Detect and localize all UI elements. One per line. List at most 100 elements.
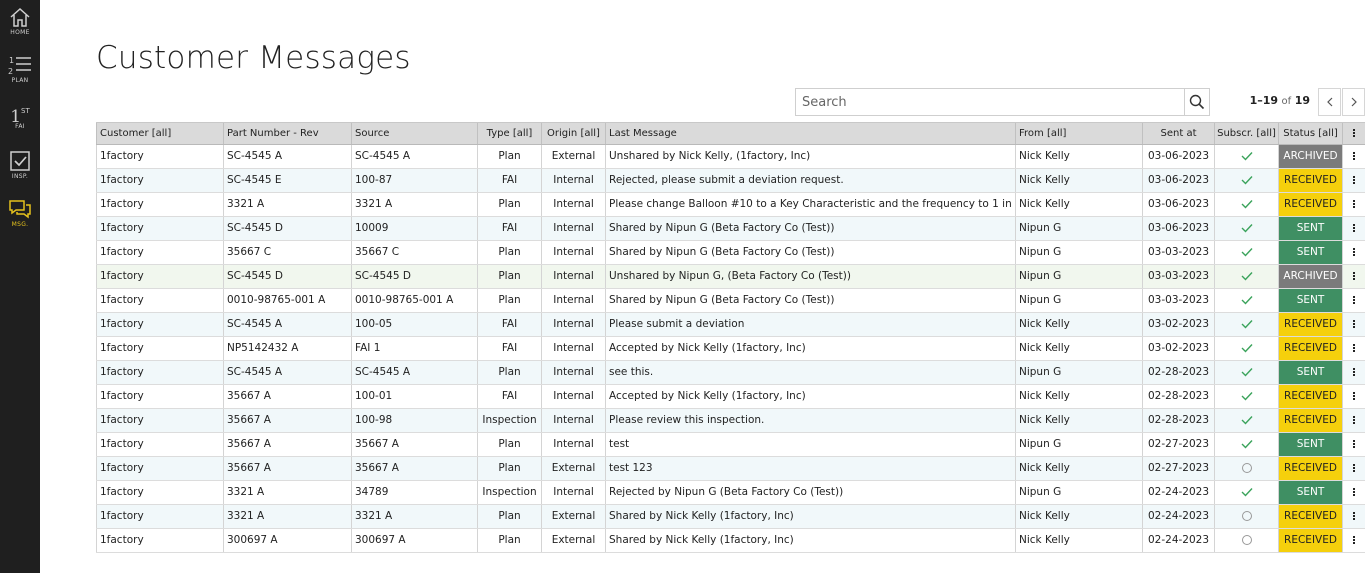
row-menu-button[interactable]	[1342, 433, 1365, 456]
kebab-icon	[1352, 223, 1356, 233]
row-menu-button[interactable]	[1342, 505, 1365, 528]
row-menu-button[interactable]	[1342, 241, 1365, 264]
row-menu-button[interactable]	[1342, 217, 1365, 240]
col-subscribed[interactable]: Subscr. [all]	[1214, 123, 1278, 144]
cell-sent-at: 03-03-2023	[1142, 289, 1214, 312]
cell-customer: 1factory	[96, 481, 223, 504]
row-menu-button[interactable]	[1342, 289, 1365, 312]
row-menu-button[interactable]	[1342, 361, 1365, 384]
cell-customer: 1factory	[96, 169, 223, 192]
row-menu-button[interactable]	[1342, 481, 1365, 504]
cell-subscribed[interactable]	[1214, 529, 1278, 552]
pager-range: 1–19 of 19	[1228, 94, 1310, 107]
table-row[interactable]: 1factory 35667 A 35667 A Plan External test 1…	[96, 457, 1365, 481]
prev-page-button[interactable]	[1318, 88, 1341, 116]
col-customer[interactable]: Customer [all]	[96, 123, 223, 144]
row-menu-button[interactable]	[1342, 265, 1365, 288]
table-row[interactable]: 1factory SC-4545 D SC-4545 D Plan Internal Un…	[96, 265, 1365, 289]
row-menu-button[interactable]	[1342, 337, 1365, 360]
status-badge: RECEIVED	[1278, 409, 1342, 432]
cell-subscribed[interactable]	[1214, 169, 1278, 192]
cell-part-number: SC-4545 A	[223, 145, 351, 168]
kebab-icon	[1352, 295, 1356, 305]
table-row[interactable]: 1factory 35667 A 100-98 Inspection Internal P…	[96, 409, 1365, 433]
row-menu-button[interactable]	[1342, 145, 1365, 168]
col-from[interactable]: From [all]	[1015, 123, 1142, 144]
cell-subscribed[interactable]	[1214, 385, 1278, 408]
nav-plan-label: PLAN	[11, 77, 29, 84]
table-row[interactable]: 1factory 35667 A 100-01 FAI Internal Accepted…	[96, 385, 1365, 409]
row-menu-button[interactable]	[1342, 529, 1365, 552]
next-page-button[interactable]	[1342, 88, 1365, 116]
cell-subscribed[interactable]	[1214, 313, 1278, 336]
col-type[interactable]: Type [all]	[477, 123, 541, 144]
cell-subscribed[interactable]	[1214, 289, 1278, 312]
cell-subscribed[interactable]	[1214, 481, 1278, 504]
table-row[interactable]: 1factory 3321 A 3321 A Plan External Shared b…	[96, 505, 1365, 529]
cell-from: Nipun G	[1015, 433, 1142, 456]
kebab-icon	[1352, 535, 1356, 545]
cell-subscribed[interactable]	[1214, 217, 1278, 240]
table-row[interactable]: 1factory 3321 A 3321 A Plan Internal Please c…	[96, 193, 1365, 217]
cell-subscribed[interactable]	[1214, 145, 1278, 168]
status-badge: ARCHIVED	[1278, 265, 1342, 288]
table-row[interactable]: 1factory SC-4545 A 100-05 FAI Internal Please…	[96, 313, 1365, 337]
nav-home[interactable]: HOME	[0, 6, 40, 52]
table-row[interactable]: 1factory 3321 A 34789 Inspection Internal Rej…	[96, 481, 1365, 505]
cell-subscribed[interactable]	[1214, 505, 1278, 528]
cell-type: Inspection	[477, 409, 541, 432]
col-part-number[interactable]: Part Number - Rev	[223, 123, 351, 144]
cell-sent-at: 03-06-2023	[1142, 193, 1214, 216]
row-menu-button[interactable]	[1342, 313, 1365, 336]
search-button[interactable]	[1184, 89, 1209, 115]
table-row[interactable]: 1factory 35667 C 35667 C Plan Internal Shared…	[96, 241, 1365, 265]
cell-subscribed[interactable]	[1214, 457, 1278, 480]
row-menu-button[interactable]	[1342, 385, 1365, 408]
column-menu-button[interactable]	[1342, 123, 1365, 144]
col-status[interactable]: Status [all]	[1278, 123, 1342, 144]
col-source[interactable]: Source	[351, 123, 477, 144]
pager-range-value: 1–19	[1249, 94, 1279, 107]
kebab-icon	[1352, 463, 1356, 473]
row-menu-button[interactable]	[1342, 193, 1365, 216]
col-origin[interactable]: Origin [all]	[541, 123, 605, 144]
check-icon	[1241, 416, 1253, 425]
search-input[interactable]	[796, 89, 1184, 115]
cell-subscribed[interactable]	[1214, 433, 1278, 456]
cell-last-message: test	[605, 433, 1015, 456]
search-box	[795, 88, 1210, 116]
cell-subscribed[interactable]	[1214, 241, 1278, 264]
table-row[interactable]: 1factory SC-4545 A SC-4545 A Plan Internal se…	[96, 361, 1365, 385]
row-menu-button[interactable]	[1342, 169, 1365, 192]
table-row[interactable]: 1factory 35667 A 35667 A Plan Internal test Ni…	[96, 433, 1365, 457]
cell-subscribed[interactable]	[1214, 265, 1278, 288]
table-row[interactable]: 1factory SC-4545 D 10009 FAI Internal Shared …	[96, 217, 1365, 241]
home-icon	[10, 7, 30, 27]
kebab-icon	[1352, 487, 1356, 497]
cell-source: 100-01	[351, 385, 477, 408]
nav-fai[interactable]: 1ST FAI	[0, 100, 40, 146]
cell-subscribed[interactable]	[1214, 193, 1278, 216]
col-last-message[interactable]: Last Message	[605, 123, 1015, 144]
table-row[interactable]: 1factory SC-4545 E 100-87 FAI Internal Reject…	[96, 169, 1365, 193]
cell-source: 3321 A	[351, 505, 477, 528]
status-badge: SENT	[1278, 289, 1342, 312]
nav-msg[interactable]: MSG.	[0, 198, 40, 244]
table-row[interactable]: 1factory 300697 A 300697 A Plan External Shar…	[96, 529, 1365, 553]
nav-plan[interactable]: 1 2 PLAN	[0, 54, 40, 100]
cell-origin: External	[541, 529, 605, 552]
cell-subscribed[interactable]	[1214, 361, 1278, 384]
table-row[interactable]: 1factory SC-4545 A SC-4545 A Plan External Un…	[96, 145, 1365, 169]
check-icon	[1241, 272, 1253, 281]
cell-type: Plan	[477, 505, 541, 528]
cell-subscribed[interactable]	[1214, 337, 1278, 360]
kebab-icon	[1352, 343, 1356, 353]
row-menu-button[interactable]	[1342, 457, 1365, 480]
row-menu-button[interactable]	[1342, 409, 1365, 432]
table-row[interactable]: 1factory NP5142432 A FAI 1 FAI Internal Accep…	[96, 337, 1365, 361]
col-sent-at[interactable]: Sent at	[1142, 123, 1214, 144]
cell-subscribed[interactable]	[1214, 409, 1278, 432]
table-row[interactable]: 1factory 0010-98765-001 A 0010-98765-001 A…	[96, 289, 1365, 313]
nav-insp[interactable]: INSP.	[0, 150, 40, 196]
cell-last-message: Shared by Nick Kelly (1factory, Inc)	[605, 505, 1015, 528]
